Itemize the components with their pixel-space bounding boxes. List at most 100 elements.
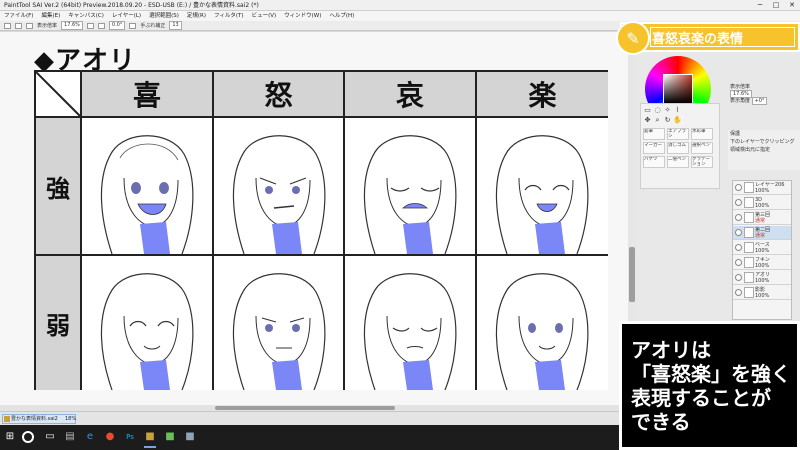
layer-item[interactable]: レイヤー206 100% <box>733 181 791 195</box>
document-tab-bar: 豊かな表情資料.sai2 18% <box>0 411 619 425</box>
layer-properties: 保護 下のレイヤーでクリッピング 領域検出元に指定 <box>728 130 800 170</box>
detect-source-checkbox[interactable]: 領域検出元に指定 <box>730 146 800 154</box>
lasso-tool-icon[interactable]: ◌ <box>653 106 662 115</box>
toolbar-undo-icon[interactable] <box>4 22 11 29</box>
menu-canvas[interactable]: キャンバス(C) <box>68 11 104 21</box>
chrome-icon[interactable]: ● <box>104 431 116 443</box>
navigator-info: 表示倍率 17.6% 表示角度 +0° <box>730 84 770 105</box>
eye-icon[interactable] <box>735 199 742 206</box>
layer-item-selected[interactable]: 第二回 通常 <box>733 226 791 240</box>
layer-item[interactable]: ベース 100% <box>733 241 791 255</box>
menu-layer[interactable]: レイヤー(L) <box>112 11 141 21</box>
minimize-button[interactable]: ─ <box>752 0 768 11</box>
tool-select-pen[interactable]: 選択ペン <box>691 142 713 154</box>
edge-browser-icon[interactable]: e <box>84 431 96 443</box>
menu-filter[interactable]: フィルタ(T) <box>214 11 244 21</box>
toolbar-zoom-out-icon[interactable] <box>97 22 105 29</box>
menu-window[interactable]: ウィンドウ(W) <box>284 11 321 21</box>
topic-badge-label: 喜怒哀楽の表情 <box>652 31 744 47</box>
document-tab-name: 豊かな表情資料.sai2 <box>11 416 58 422</box>
color-sv-square[interactable] <box>663 74 693 104</box>
layer-thumbnail <box>744 272 754 283</box>
horizontal-scroll-thumb[interactable] <box>215 406 395 410</box>
menu-help[interactable]: ヘルプ(H) <box>329 11 354 21</box>
toolbar-stabilizer-select[interactable]: 13 <box>169 21 182 30</box>
menu-ruler[interactable]: 定規(R) <box>187 11 206 21</box>
layer-item[interactable]: 影影 100% <box>733 286 791 300</box>
column-sorrow: 哀 <box>345 72 477 118</box>
toolbar-stabilizer-label: 手ぶれ補正 <box>140 22 166 29</box>
tool-gradient[interactable]: グラデーション <box>691 156 713 168</box>
close-button[interactable]: ✕ <box>784 0 800 11</box>
file-explorer-icon[interactable]: ▤ <box>64 431 76 443</box>
eye-icon[interactable] <box>735 244 742 251</box>
nav-zoom-input[interactable]: 17.6% <box>730 90 752 98</box>
select-tool-icon[interactable]: ▭ <box>643 106 652 115</box>
move-tool-icon[interactable]: ✥ <box>643 116 652 125</box>
menu-file[interactable]: ファイル(F) <box>4 11 33 21</box>
face-sorrow-strong <box>345 118 477 254</box>
tool-eraser[interactable]: 消しゴム <box>667 142 689 154</box>
toolbar-zoom-in-icon[interactable] <box>86 22 94 29</box>
tool-marker[interactable]: マーカー <box>643 142 665 154</box>
app-icon[interactable]: ■ <box>184 431 196 443</box>
caption-box: アオリは 「喜怒楽」を強く 表現することが できる <box>619 321 800 450</box>
eye-icon[interactable] <box>735 274 742 281</box>
menu-selection[interactable]: 選択範囲(S) <box>149 11 179 21</box>
maximize-button[interactable]: □ <box>768 0 784 11</box>
eye-icon[interactable] <box>735 229 742 236</box>
magic-wand-icon[interactable]: ✧ <box>663 106 672 115</box>
face-anger-strong <box>214 118 345 254</box>
layer-item[interactable]: 第三回 通常 <box>733 211 791 225</box>
document-tab[interactable]: 豊かな表情資料.sai2 18% <box>2 414 76 424</box>
column-anger: 怒 <box>214 72 345 118</box>
menu-view[interactable]: ビュー(V) <box>252 11 277 21</box>
app-icon[interactable]: ■ <box>164 431 176 443</box>
protect-label: 保護 <box>730 131 741 137</box>
document-tab-zoom: 18% <box>65 416 77 422</box>
tool-bucket[interactable]: バケツ <box>643 156 665 168</box>
zoom-tool-icon[interactable]: ⌕ <box>653 116 662 125</box>
windows-start-icon[interactable]: ⊞ <box>4 431 16 443</box>
tool-watercolor[interactable]: 水彩筆 <box>691 128 713 140</box>
tool-pencil[interactable]: 鉛筆 <box>643 128 665 140</box>
search-icon[interactable] <box>22 431 34 443</box>
vertical-scroll-thumb[interactable] <box>629 247 635 302</box>
layer-item[interactable]: フキン 100% <box>733 256 791 270</box>
face-joy-weak <box>82 256 214 390</box>
eyedropper-icon[interactable]: ⌇ <box>673 106 682 115</box>
window-title: PaintTool SAI Ver.2 (64bit) Preview.2018… <box>4 2 259 9</box>
title-bar: PaintTool SAI Ver.2 (64bit) Preview.2018… <box>0 0 800 11</box>
menu-edit[interactable]: 編集(E) <box>41 11 60 21</box>
tool-options-bar: 表示倍率 17.6% 0.0° 手ぶれ補正 13 <box>0 21 640 31</box>
face-anger-weak <box>214 256 345 390</box>
eye-icon[interactable] <box>735 214 742 221</box>
layer-item[interactable]: 3D 100% <box>733 196 791 210</box>
folder-icon <box>744 227 754 238</box>
sai-app-icon[interactable]: ■ <box>144 431 156 443</box>
toolbar-angle-input[interactable]: 0.0° <box>108 21 126 30</box>
caption-line: できる <box>631 410 691 434</box>
face-pleasure-weak <box>477 256 608 390</box>
layer-list: レイヤー206 100% 3D 100% 第三回 通常 第二回 通常 ベース 100% フ… <box>732 180 792 320</box>
hand-tool-icon[interactable]: ✋ <box>673 116 682 125</box>
layer-thumbnail <box>744 197 754 208</box>
tool-airbrush[interactable]: エアブラシ <box>667 128 689 140</box>
row-weak: 弱 <box>36 256 82 390</box>
caption-line: 表現することが <box>631 386 771 410</box>
nav-angle-input[interactable]: +0° <box>751 97 768 105</box>
task-view-icon[interactable]: ▭ <box>44 431 56 443</box>
toolbar-deselect-icon[interactable] <box>26 22 33 29</box>
eye-icon[interactable] <box>735 289 742 296</box>
tool-binary-pen[interactable]: 二値ペン <box>667 156 689 168</box>
toolbar-redo-icon[interactable] <box>15 22 22 29</box>
rotate-tool-icon[interactable]: ↻ <box>663 116 672 125</box>
toolbar-rotate-icon[interactable] <box>129 22 137 29</box>
clip-checkbox[interactable]: 下のレイヤーでクリッピング <box>730 138 800 146</box>
eye-icon[interactable] <box>735 259 742 266</box>
layer-item[interactable]: アオリ 100% <box>733 271 791 285</box>
eye-icon[interactable] <box>735 184 742 191</box>
folder-icon <box>744 212 754 223</box>
photoshop-icon[interactable]: Ps <box>124 431 136 443</box>
toolbar-zoom-input[interactable]: 17.6% <box>61 21 83 30</box>
